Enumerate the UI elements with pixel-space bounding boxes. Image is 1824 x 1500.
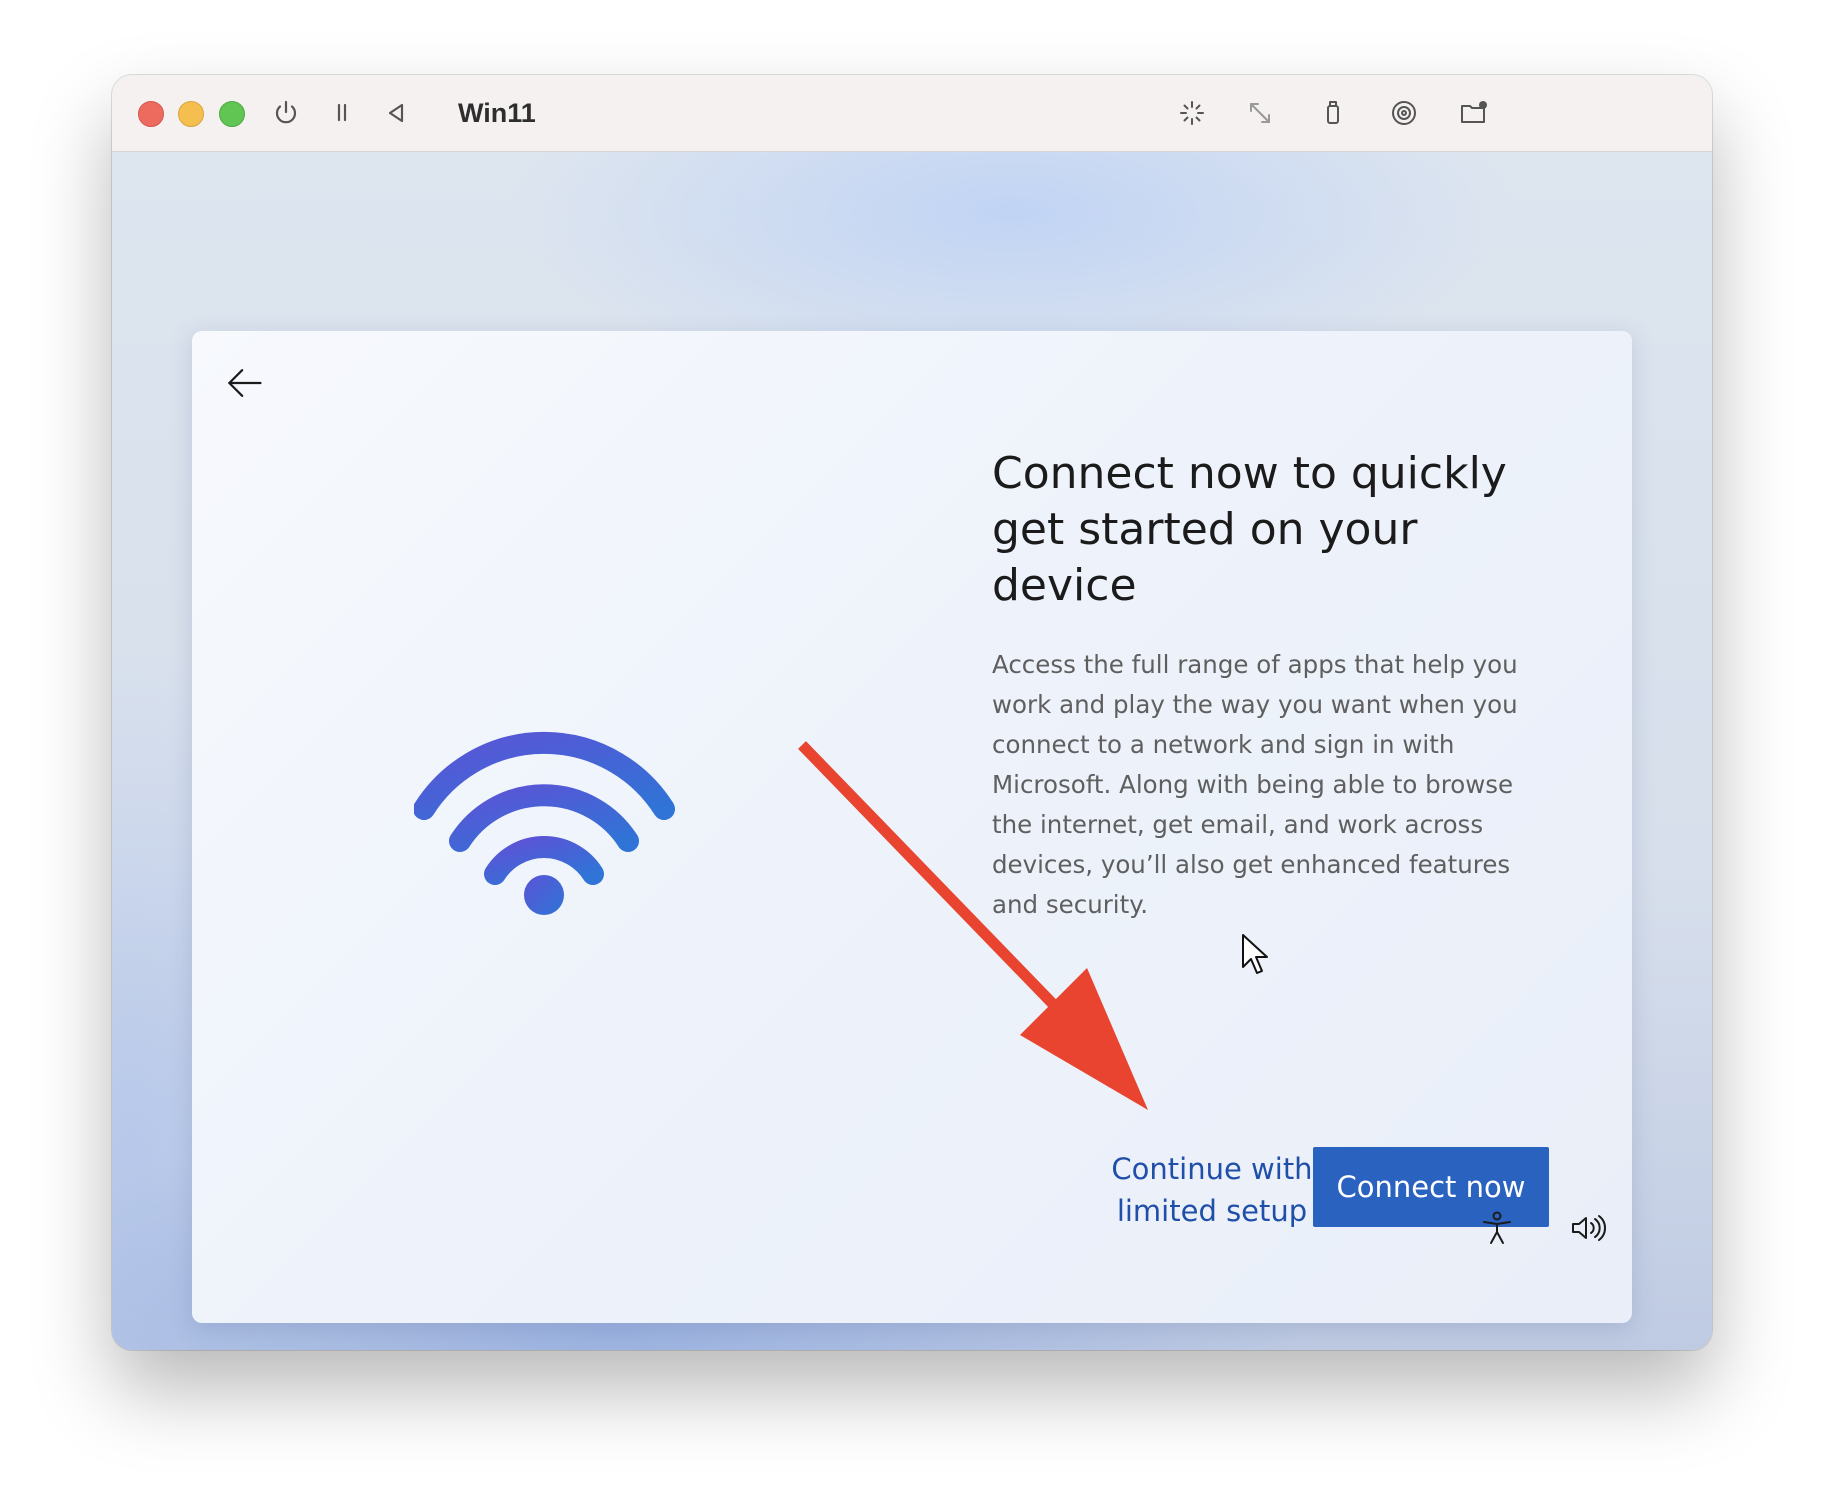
accessibility-icon[interactable] [1475, 1206, 1519, 1250]
mouse-cursor-icon [1242, 934, 1268, 974]
vm-desktop: Connect now to quickly get started on yo… [112, 152, 1712, 1350]
wifi-icon [414, 732, 675, 915]
setup-description: Access the full range of apps that help … [992, 650, 1518, 919]
resize-icon[interactable] [1242, 95, 1278, 131]
zoom-window-button[interactable] [219, 101, 245, 127]
arrow-left-icon [228, 369, 262, 397]
back-triangle-icon[interactable] [378, 95, 414, 131]
setup-card: Connect now to quickly get started on yo… [192, 331, 1632, 1323]
setup-headline: Connect now to quickly get started on yo… [992, 448, 1507, 611]
power-icon[interactable] [268, 95, 304, 131]
shared-folder-icon[interactable] [1456, 95, 1492, 131]
vm-title: Win11 [458, 98, 536, 128]
title-bar: Win11 [112, 75, 1712, 152]
pause-icon[interactable] [324, 95, 360, 131]
brightness-icon[interactable] [1174, 95, 1210, 131]
usb-icon[interactable] [1315, 95, 1351, 131]
minimize-window-button[interactable] [178, 101, 204, 127]
vm-window: Win11 Connect now to quickly get started… [112, 75, 1712, 1350]
disc-icon[interactable] [1386, 95, 1422, 131]
limited-setup-link[interactable]: Continue with limited setup [1097, 1148, 1327, 1232]
back-button[interactable] [220, 359, 268, 407]
volume-icon[interactable] [1565, 1206, 1609, 1250]
close-window-button[interactable] [138, 101, 164, 127]
